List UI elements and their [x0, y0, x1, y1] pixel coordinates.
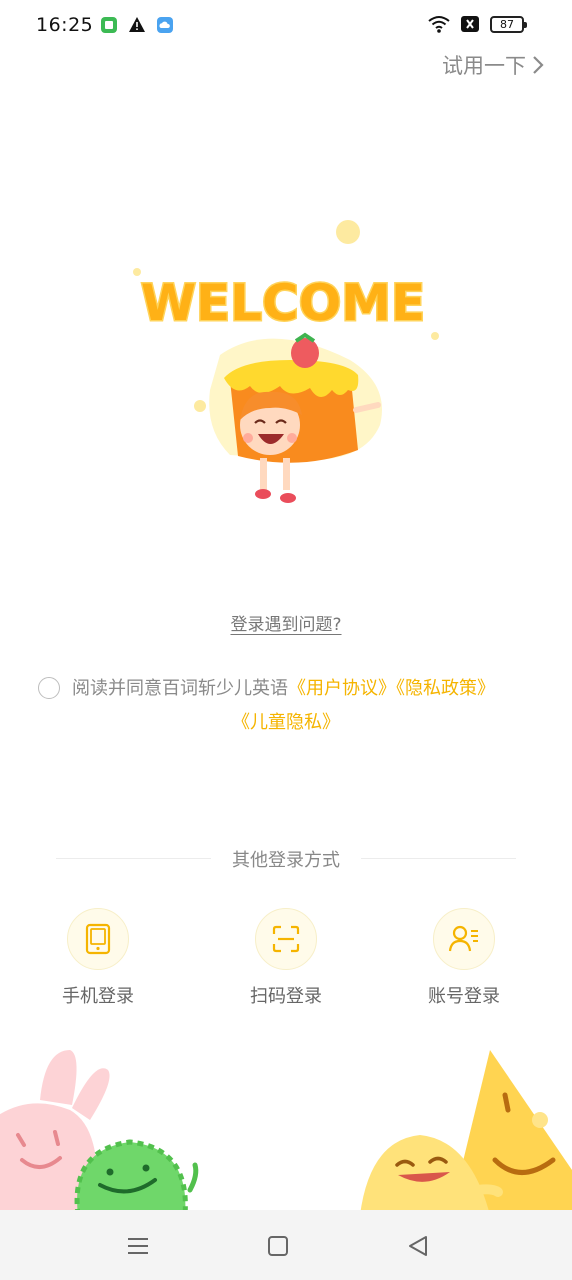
account-login-button[interactable]: 账号登录	[404, 908, 524, 1008]
account-login-label: 账号登录	[428, 986, 500, 1007]
welcome-title: WELCOME	[141, 274, 425, 332]
agreement-prefix: 阅读并同意百词斩少儿英语	[72, 678, 288, 699]
divider-line-right	[361, 858, 516, 859]
app-notification-icon	[101, 17, 117, 33]
status-left-icons	[100, 16, 174, 34]
close-box-icon	[461, 16, 479, 32]
home-icon[interactable]	[264, 1232, 292, 1260]
warning-icon	[129, 17, 145, 32]
account-icon	[448, 925, 478, 952]
agreement-line-2: 《儿童隐私》	[38, 708, 534, 734]
scan-login-label: 扫码登录	[250, 986, 322, 1007]
login-problem-row: 登录遇到问题?	[0, 610, 572, 635]
other-login-divider: 其他登录方式	[56, 846, 516, 872]
child-privacy-link[interactable]: 《儿童隐私》	[232, 712, 340, 733]
agreement-line-1: 阅读并同意百词斩少儿英语《用户协议》《隐私政策》	[72, 674, 495, 700]
login-problem-link[interactable]: 登录遇到问题?	[230, 615, 341, 635]
cloud-app-icon	[157, 17, 173, 33]
scan-login-button[interactable]: 扫码登录	[226, 908, 346, 1008]
phone-login-button[interactable]: 手机登录	[38, 908, 158, 1008]
agreement-checkbox[interactable]	[38, 677, 60, 699]
try-label: 试用一下	[442, 54, 526, 78]
bottom-mascots	[0, 1050, 572, 1215]
status-time: 16:25	[36, 14, 94, 36]
menu-icon[interactable]	[124, 1232, 152, 1260]
status-right-icons: 87	[428, 15, 527, 33]
scan-login-icon-circle	[255, 908, 317, 970]
phone-login-label: 手机登录	[62, 986, 134, 1007]
scan-icon	[272, 925, 300, 953]
phone-icon	[85, 923, 111, 955]
account-login-icon-circle	[433, 908, 495, 970]
chevron-right-icon	[533, 56, 544, 74]
login-screen: 16:25 87 试用一下 WELCOME 登录遇到问题? 阅读并同意百词斩少儿…	[0, 0, 572, 1280]
phone-login-icon-circle	[67, 908, 129, 970]
welcome-illustration: WELCOME	[133, 220, 439, 503]
back-icon[interactable]	[404, 1232, 432, 1260]
system-nav-bar	[0, 1210, 572, 1280]
privacy-policy-link[interactable]: 《隐私政策》	[396, 678, 495, 699]
wifi-icon	[428, 16, 450, 33]
green-monster-mascot	[74, 1139, 199, 1215]
cake-mascot	[209, 332, 382, 503]
battery-icon: 87	[490, 15, 527, 33]
user-agreement-link[interactable]: 《用户协议》	[288, 678, 396, 699]
try-button[interactable]: 试用一下	[442, 50, 544, 80]
other-login-title: 其他登录方式	[232, 850, 340, 871]
status-bar: 16:25 87	[0, 0, 572, 52]
